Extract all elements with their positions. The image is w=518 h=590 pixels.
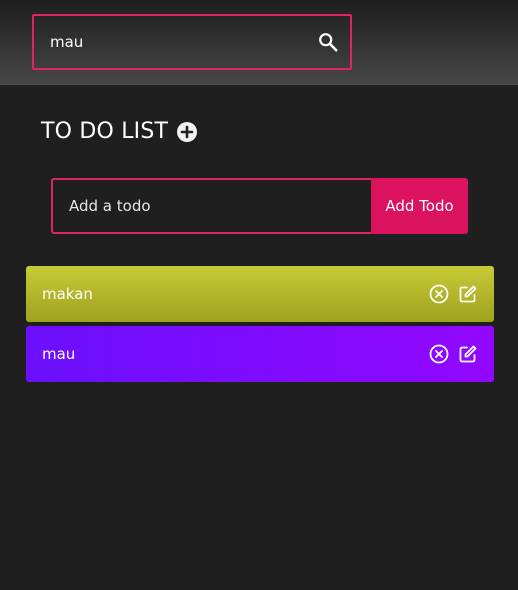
todo-actions — [428, 344, 478, 365]
todo-input[interactable]: Add a todo — [51, 178, 371, 234]
search-input[interactable]: mau — [50, 16, 316, 68]
plus-circle-icon[interactable] — [176, 122, 197, 143]
todo-text: mau — [42, 345, 76, 363]
page-title: TO DO LIST — [41, 119, 169, 144]
todo-item: makan — [26, 266, 494, 322]
close-circle-icon[interactable] — [428, 284, 449, 305]
todo-actions — [428, 284, 478, 305]
add-todo-form: Add a todo Add Todo — [51, 178, 468, 234]
todo-text: makan — [42, 285, 93, 303]
top-bar: mau — [0, 0, 518, 85]
edit-icon[interactable] — [457, 284, 478, 305]
search-box[interactable]: mau — [32, 14, 352, 70]
todo-item: mau — [26, 326, 494, 382]
close-circle-icon[interactable] — [428, 344, 449, 365]
edit-icon[interactable] — [457, 344, 478, 365]
search-icon[interactable] — [316, 30, 340, 54]
add-todo-button[interactable]: Add Todo — [371, 178, 468, 234]
title-row: TO DO LIST — [41, 118, 197, 146]
